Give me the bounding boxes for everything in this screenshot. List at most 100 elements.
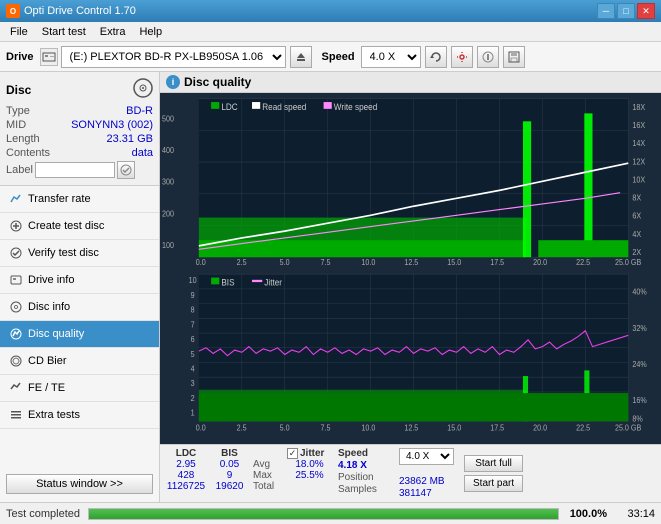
svg-text:0.0: 0.0 [196, 258, 206, 267]
eject-button[interactable] [290, 46, 312, 68]
maximize-button[interactable]: □ [617, 3, 635, 19]
svg-text:5.0: 5.0 [280, 258, 290, 267]
label-input[interactable] [35, 162, 115, 178]
nav-items: Transfer rate Create test disc Verify te… [0, 186, 159, 429]
label-text: Label [6, 164, 33, 176]
svg-text:7: 7 [191, 320, 195, 329]
nav-cd-bier[interactable]: CD Bier [0, 348, 159, 375]
bis-header: BIS [212, 448, 247, 459]
nav-transfer-rate[interactable]: Transfer rate [0, 186, 159, 213]
svg-text:BIS: BIS [221, 277, 234, 287]
menu-start-test[interactable]: Start test [36, 24, 92, 40]
start-buttons: Start full Start part [464, 448, 523, 499]
jitter-stats: ✓ Jitter 18.0% 25.5% — [287, 448, 332, 499]
progress-bar-fill [89, 509, 558, 519]
drive-select[interactable]: (E:) PLEXTOR BD-R PX-LB950SA 1.06 [61, 46, 286, 68]
stats-bar: LDC 2.95 428 1126725 BIS 0.05 9 19620 H … [160, 444, 661, 502]
svg-text:4: 4 [191, 364, 195, 373]
nav-create-test-disc-label: Create test disc [28, 220, 104, 232]
svg-text:Jitter: Jitter [264, 277, 282, 287]
svg-text:10.0: 10.0 [361, 258, 375, 267]
pos-samples-stats: 4.0 X . 23862 MB 381147 [399, 448, 454, 499]
svg-text:7.5: 7.5 [321, 258, 331, 267]
settings-button[interactable] [451, 46, 473, 68]
sidebar: Disc Type BD-R MID SONYNN3 (002) Length … [0, 72, 160, 502]
menu-extra[interactable]: Extra [94, 24, 132, 40]
svg-text:3: 3 [191, 379, 195, 388]
nav-transfer-rate-label: Transfer rate [28, 193, 91, 205]
speed-select-stat[interactable]: 4.0 X [399, 448, 454, 465]
charts-container: LDC Read speed Write speed 500 400 300 2… [160, 93, 661, 444]
drive-label: Drive [6, 51, 34, 63]
nav-disc-info-label: Disc info [28, 301, 70, 313]
jitter-max: 25.5% [287, 470, 332, 481]
disc-title: Disc [6, 83, 31, 97]
nav-create-test-disc[interactable]: Create test disc [0, 213, 159, 240]
status-window-button[interactable]: Status window >> [6, 474, 153, 494]
fe-te-icon [8, 380, 24, 396]
avg-label: Avg [253, 459, 281, 470]
max-label: Max [253, 470, 281, 481]
total-label: Total [253, 481, 281, 492]
jitter-checkbox[interactable]: ✓ [287, 448, 298, 459]
status-percent: 100.0% [567, 508, 607, 520]
svg-text:17.5: 17.5 [490, 423, 504, 432]
minimize-button[interactable]: ─ [597, 3, 615, 19]
svg-text:22.5: 22.5 [576, 423, 590, 432]
svg-text:6: 6 [191, 335, 195, 344]
start-full-button[interactable]: Start full [464, 455, 523, 472]
save-button[interactable] [503, 46, 525, 68]
nav-disc-quality[interactable]: Disc quality [0, 321, 159, 348]
position-label: Position [338, 472, 393, 483]
create-test-disc-icon [8, 218, 24, 234]
nav-drive-info[interactable]: Drive info [0, 267, 159, 294]
info-button[interactable] [477, 46, 499, 68]
nav-disc-info[interactable]: Disc info [0, 294, 159, 321]
svg-text:8: 8 [191, 305, 195, 314]
position-value: 23862 MB [399, 476, 454, 487]
status-bar: Test completed 100.0% 33:14 [0, 502, 661, 524]
svg-text:10: 10 [189, 276, 197, 285]
nav-disc-quality-label: Disc quality [28, 328, 84, 340]
main-content: Disc Type BD-R MID SONYNN3 (002) Length … [0, 72, 661, 502]
refresh-button[interactable] [425, 46, 447, 68]
svg-text:25.0 GB: 25.0 GB [615, 258, 641, 267]
svg-text:1: 1 [191, 408, 195, 417]
nav-cd-bier-label: CD Bier [28, 355, 67, 367]
app-icon: O [6, 4, 20, 18]
svg-text:15.0: 15.0 [447, 258, 461, 267]
mid-label: MID [6, 119, 26, 131]
drive-info-icon [8, 272, 24, 288]
samples-value: 381147 [399, 488, 454, 499]
svg-text:24%: 24% [632, 360, 647, 369]
mid-value: SONYNN3 (002) [71, 119, 153, 131]
start-part-button[interactable]: Start part [464, 475, 523, 492]
close-button[interactable]: ✕ [637, 3, 655, 19]
svg-text:20.0: 20.0 [533, 258, 547, 267]
title-bar: O Opti Drive Control 1.70 ─ □ ✕ [0, 0, 661, 22]
speed-select[interactable]: 4.0 X [361, 46, 421, 68]
svg-text:12.5: 12.5 [404, 258, 418, 267]
svg-text:15.0: 15.0 [447, 423, 461, 432]
svg-text:6X: 6X [632, 211, 641, 220]
disc-icon [133, 78, 153, 101]
ldc-total: 1126725 [166, 481, 206, 492]
menu-help[interactable]: Help [133, 24, 168, 40]
svg-text:300: 300 [162, 177, 174, 186]
svg-text:LDC: LDC [221, 102, 237, 112]
bis-total: 19620 [212, 481, 247, 492]
label-button[interactable] [117, 161, 135, 179]
menu-file[interactable]: File [4, 24, 34, 40]
bis-stats: BIS 0.05 9 19620 [212, 448, 247, 499]
toolbar: Drive (E:) PLEXTOR BD-R PX-LB950SA 1.06 … [0, 42, 661, 72]
app-title: Opti Drive Control 1.70 [24, 5, 136, 17]
svg-text:8X: 8X [632, 193, 641, 202]
type-label: Type [6, 105, 30, 117]
svg-text:25.0 GB: 25.0 GB [615, 423, 641, 432]
svg-text:22.5: 22.5 [576, 258, 590, 267]
nav-fe-te[interactable]: FE / TE [0, 375, 159, 402]
svg-text:32%: 32% [632, 323, 647, 332]
nav-verify-test-disc[interactable]: Verify test disc [0, 240, 159, 267]
progress-bar-container [88, 508, 559, 520]
nav-extra-tests[interactable]: Extra tests [0, 402, 159, 429]
